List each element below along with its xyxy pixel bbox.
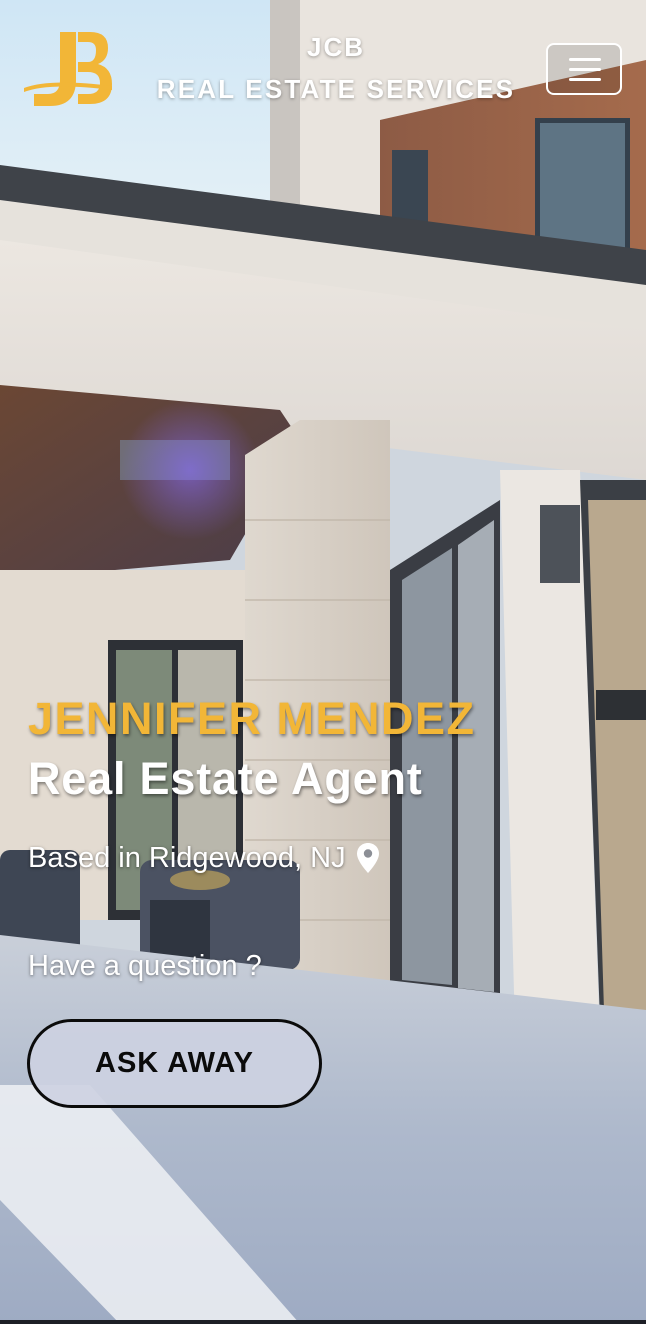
jcb-logo-icon[interactable]	[20, 28, 114, 112]
hero-background-image	[0, 0, 646, 1324]
brand-name: JCB	[306, 32, 365, 62]
brand-title[interactable]: JCB REAL ESTATE SERVICES	[140, 30, 532, 108]
ask-away-button[interactable]: ASK AWAY	[27, 1019, 322, 1108]
hamburger-menu-button[interactable]	[546, 43, 622, 95]
bottom-divider	[0, 1320, 646, 1324]
brand-tagline: REAL ESTATE SERVICES	[156, 74, 516, 104]
location-line: Based in Ridgewood, NJ	[28, 838, 380, 878]
hamburger-menu-icon	[569, 78, 601, 81]
agent-name: JENNIFER MENDEZ	[28, 693, 476, 744]
hamburger-menu-icon	[569, 68, 601, 71]
agent-title: Real Estate Agent	[28, 753, 423, 804]
location-text: Based in Ridgewood, NJ	[28, 842, 346, 874]
map-pin-icon	[356, 842, 380, 874]
question-prompt: Have a question ?	[28, 950, 262, 982]
hamburger-menu-icon	[569, 58, 601, 61]
